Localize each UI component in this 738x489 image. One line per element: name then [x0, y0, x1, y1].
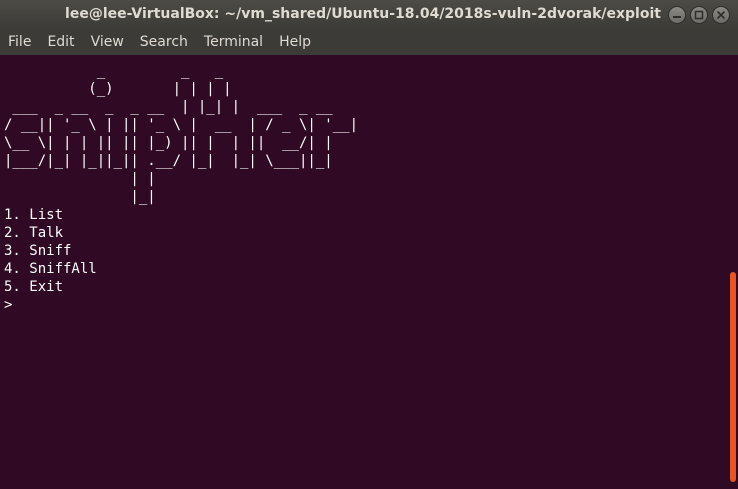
menu-search[interactable]: Search	[132, 29, 196, 55]
terminal-area[interactable]: _ _ _ (_) | | | | ___ _ __ _ _ __ | |_| …	[0, 55, 738, 489]
menu-file[interactable]: File	[0, 29, 39, 55]
menu-help[interactable]: Help	[271, 29, 319, 55]
banner-line: _ _ _	[4, 63, 232, 79]
menu-option-exit: 5. Exit	[4, 279, 64, 295]
menu-option-list: 1. List	[4, 207, 64, 223]
menu-option-sniff: 3. Sniff	[4, 243, 72, 259]
maximize-icon	[694, 10, 704, 20]
terminal-output: _ _ _ (_) | | | | ___ _ __ _ _ __ | |_| …	[4, 62, 358, 314]
terminal-window: lee@lee-VirtualBox: ~/vm_shared/Ubuntu-1…	[0, 0, 738, 489]
menu-terminal[interactable]: Terminal	[196, 29, 271, 55]
banner-line: \__ \| | | || || |_) || | | || __/| |	[4, 135, 333, 151]
window-title: lee@lee-VirtualBox: ~/vm_shared/Ubuntu-1…	[65, 6, 661, 22]
menu-option-talk: 2. Talk	[4, 225, 64, 241]
banner-line: |_|	[4, 189, 156, 205]
scrollbar[interactable]	[728, 55, 738, 489]
window-controls	[668, 6, 730, 24]
banner-line: | |	[4, 171, 156, 187]
menu-edit[interactable]: Edit	[39, 29, 82, 55]
minimize-icon	[673, 16, 681, 18]
banner-line: |___/|_| |_||_|| .__/ |_| |_| \___||_|	[4, 153, 333, 169]
maximize-button[interactable]	[690, 6, 708, 24]
scrollbar-thumb[interactable]	[730, 272, 736, 482]
banner-line: / __|| '_ \ | || '_ \ | __ | / _ \| '__|	[4, 117, 359, 133]
close-button[interactable]	[712, 6, 730, 24]
shell-prompt: >	[4, 297, 13, 313]
banner-line: (_) | | | |	[4, 81, 232, 97]
banner-line: ___ _ __ _ _ __ | |_| | ___ _ __	[4, 99, 333, 115]
menu-option-sniffall: 4. SniffAll	[4, 261, 97, 277]
menu-view[interactable]: View	[83, 29, 132, 55]
title-bar[interactable]: lee@lee-VirtualBox: ~/vm_shared/Ubuntu-1…	[0, 0, 738, 29]
menu-bar: File Edit View Search Terminal Help	[0, 29, 738, 55]
minimize-button[interactable]	[668, 6, 686, 24]
close-icon	[716, 10, 726, 20]
